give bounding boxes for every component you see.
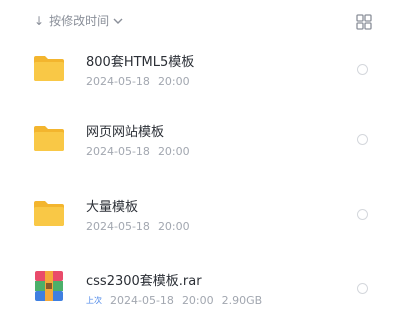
file-date: 2024-05-18 <box>110 294 174 307</box>
file-row[interactable]: 大量模板 2024-05-18 20:00 <box>0 185 400 251</box>
select-radio[interactable] <box>357 134 368 145</box>
file-row[interactable]: 800套HTML5模板 2024-05-18 20:00 <box>0 40 400 106</box>
recent-badge: 上次 <box>86 296 102 305</box>
file-name: 大量模板 <box>86 200 139 215</box>
file-date: 2024-05-18 <box>86 75 150 88</box>
sort-direction-icon: ↓ <box>34 13 45 28</box>
file-meta: 上次 2024-05-18 20:00 2.90GB <box>86 294 262 307</box>
folder-icon <box>33 199 65 227</box>
folder-icon <box>33 124 65 152</box>
select-radio[interactable] <box>357 64 368 75</box>
select-radio[interactable] <box>357 283 368 294</box>
file-name: 网页网站模板 <box>86 125 165 140</box>
file-time: 20:00 <box>157 145 190 158</box>
toolbar: ↓ 按修改时间 <box>0 0 400 40</box>
file-row[interactable]: 网页网站模板 2024-05-18 20:00 <box>0 110 400 176</box>
file-time: 20:00 <box>157 75 190 88</box>
folder-icon <box>33 54 65 82</box>
sort-label: 按修改时间 <box>49 14 110 28</box>
file-name: css2300套模板.rar <box>86 274 202 289</box>
file-date: 2024-05-18 <box>86 220 150 233</box>
rar-archive-icon <box>35 271 63 301</box>
file-row[interactable]: css2300套模板.rar 上次 2024-05-18 20:00 2.90G… <box>0 250 400 316</box>
file-size: 2.90GB <box>221 294 263 307</box>
file-meta: 2024-05-18 20:00 <box>86 145 190 158</box>
file-time: 20:00 <box>157 220 190 233</box>
file-time: 20:00 <box>181 294 214 307</box>
sort-dropdown[interactable]: ↓ 按修改时间 <box>34 12 123 29</box>
file-meta: 2024-05-18 20:00 <box>86 220 190 233</box>
grid-view-icon[interactable] <box>356 14 372 30</box>
chevron-down-icon <box>113 14 123 28</box>
file-name: 800套HTML5模板 <box>86 55 195 70</box>
file-meta: 2024-05-18 20:00 <box>86 75 190 88</box>
file-date: 2024-05-18 <box>86 145 150 158</box>
select-radio[interactable] <box>357 209 368 220</box>
